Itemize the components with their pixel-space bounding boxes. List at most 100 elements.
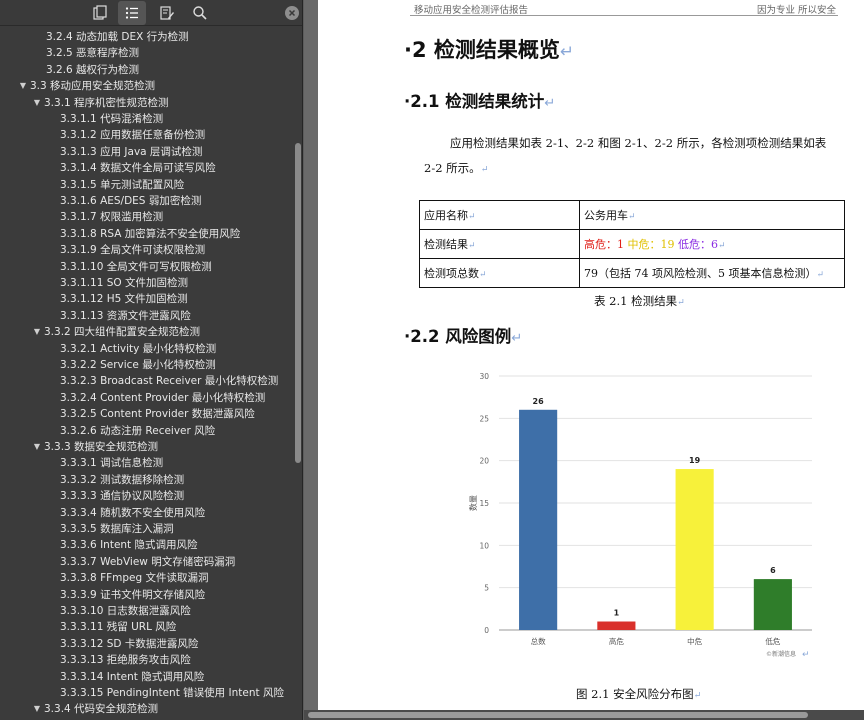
disclosure-triangle-icon[interactable]: ▼ — [18, 78, 28, 94]
paragraph-mark: ↵ — [479, 270, 487, 280]
page-header-slogan: 因为专业 所以安全 — [756, 5, 836, 16]
disclosure-triangle-icon[interactable]: ▼ — [32, 439, 42, 455]
outline-item[interactable]: 3.3.3.7 WebView 明文存储密码漏洞 — [0, 554, 293, 570]
outline-item[interactable]: 3.3.3.13 拒绝服务攻击风险 — [0, 652, 293, 668]
outline-item[interactable]: 3.2.4 动态加载 DEX 行为检测 — [0, 29, 293, 45]
y-tick-label: 10 — [479, 541, 489, 550]
outline-item[interactable]: 3.3.1.9 全局文件可读权限检测 — [0, 242, 293, 258]
outline-item-label: 3.3.3.4 随机数不安全使用风险 — [60, 506, 206, 519]
outline-item[interactable]: 3.3.3.10 日志数据泄露风险 — [0, 603, 293, 619]
outline-item[interactable]: 3.3.2.6 动态注册 Receiver 风险 — [0, 423, 293, 439]
outline-item[interactable]: 3.3.2.4 Content Provider 最小化特权检测 — [0, 390, 293, 406]
section-heading-text: 2 检测结果概览 — [411, 38, 560, 62]
bar-shading — [753, 579, 792, 630]
outline-item[interactable]: 3.3.3.2 测试数据移除检测 — [0, 472, 293, 488]
search-icon — [193, 6, 207, 20]
outline-item-label: 3.3.2.3 Broadcast Receiver 最小化特权检测 — [60, 375, 279, 388]
edit-icon — [160, 6, 174, 20]
outline-item[interactable]: ▼ 3.3.4 代码安全规范检测 — [0, 701, 293, 717]
caption-text: 图 2.1 安全风险分布图 — [576, 687, 694, 701]
outline-item[interactable]: 3.3.1.2 应用数据任意备份检测 — [0, 127, 293, 143]
outline-item-label: 3.3.1.4 数据文件全局可读写风险 — [60, 162, 216, 175]
outline-item[interactable]: 3.3.3.1 调试信息检测 — [0, 455, 293, 471]
table-row: 检测结果↵ 高危：1 中危：19 低危：6↵ — [419, 229, 845, 259]
outline-item[interactable]: 3.3.1.10 全局文件可写权限检测 — [0, 259, 293, 275]
outline-item[interactable]: 3.3.3.12 SD 卡数据泄露风险 — [0, 636, 293, 652]
outline-item[interactable]: ▼ 3.3.2 四大组件配置安全规范检测 — [0, 324, 293, 340]
outline-view-button[interactable] — [118, 1, 146, 25]
outline-item-label: 3.3.2.1 Activity 最小化特权检测 — [60, 342, 217, 355]
outline-item[interactable]: 3.3.2.3 Broadcast Receiver 最小化特权检测 — [0, 373, 293, 389]
outline-item[interactable]: 3.2.5 恶意程序检测 — [0, 45, 293, 61]
paragraph-mark: ↵ — [693, 690, 702, 701]
cell-text: 检测项总数 — [424, 267, 479, 280]
outline-item[interactable]: 3.3.3.3 通信协议风险检测 — [0, 488, 293, 504]
outline-item[interactable]: 3.3.3.14 Intent 隐式调用风险 — [0, 669, 293, 685]
disclosure-triangle-icon[interactable]: ▼ — [32, 701, 42, 717]
outline-item[interactable]: ▼ 3.3 移动应用安全规范检测 — [0, 78, 293, 94]
outline-item[interactable]: 3.3.1.3 应用 Java 层调试检测 — [0, 144, 293, 160]
paragraph-mark: ↵ — [544, 96, 556, 111]
close-icon — [288, 9, 296, 17]
outline-item[interactable]: 3.3.1.5 单元测试配置风险 — [0, 177, 293, 193]
cell-text: 检测结果 — [424, 238, 468, 251]
outline-item[interactable]: 3.3.1.12 H5 文件加固检测 — [0, 291, 293, 307]
outline-item[interactable]: 3.3.3.9 证书文件明文存储风险 — [0, 587, 293, 603]
search-view-button[interactable] — [186, 1, 214, 25]
section-heading: ·2 检测结果概览↵ — [404, 34, 574, 64]
outline-item[interactable]: 3.3.3.8 FFmpeg 文件读取漏洞 — [0, 570, 293, 586]
outline-item-label: 3.3.3.8 FFmpeg 文件读取漏洞 — [60, 572, 209, 585]
outline-item-label: 3.3.2.2 Service 最小化特权检测 — [60, 359, 216, 371]
annotations-view-button[interactable] — [153, 1, 181, 25]
sidebar-scrollbar[interactable] — [294, 27, 302, 720]
x-tick-label: 中危 — [687, 636, 702, 646]
outline-item[interactable]: 3.3.2.5 Content Provider 数据泄露风险 — [0, 406, 293, 422]
cell-text: 应用名称 — [424, 209, 468, 222]
outline-item-label: 3.3.3.15 PendingIntent 错误使用 Intent 风险 — [60, 687, 284, 699]
subsection-heading-text: 2.2 风险图例 — [410, 327, 512, 346]
horizontal-scrollbar[interactable] — [304, 710, 864, 720]
sidebar-scrollbar-thumb[interactable] — [295, 143, 301, 463]
table-cell: 检测项总数↵ — [419, 258, 580, 288]
outline-item[interactable]: 3.3.1.7 权限滥用检测 — [0, 209, 293, 225]
outline-item-label: 3.3.3.3 通信协议风险检测 — [60, 490, 185, 503]
table-row: 检测项总数↵ 79（包括 74 项风险检测、5 项基本信息检测）↵ — [419, 258, 845, 288]
outline-item-label: 3.3.1.1 代码混淆检测 — [60, 113, 164, 125]
y-tick-label: 25 — [479, 414, 489, 423]
paragraph-mark: ↵ — [480, 164, 489, 175]
outline-item[interactable]: 3.3.1.11 SO 文件加固检测 — [0, 275, 293, 291]
medium-risk-count: 中危：19 — [627, 238, 675, 251]
y-tick-label: 15 — [479, 499, 489, 508]
outline-item[interactable]: 3.3.2.2 Service 最小化特权检测 — [0, 357, 293, 373]
outline-item-label: 3.3.1.5 单元测试配置风险 — [60, 178, 185, 191]
outline-item[interactable]: ▼ 3.3.1 程序机密性规范检测 — [0, 95, 293, 111]
outline-item[interactable]: 3.3.3.5 数据库注入漏洞 — [0, 521, 293, 537]
outline-item[interactable]: 3.3.1.13 资源文件泄露风险 — [0, 308, 293, 324]
table-cell: 检测结果↵ — [419, 229, 580, 259]
outline-item[interactable]: ▼ 3.3.3 数据安全规范检测 — [0, 439, 293, 455]
outline-item[interactable]: 3.3.1.1 代码混淆检测 — [0, 111, 293, 127]
outline-item[interactable]: 3.3.3.15 PendingIntent 错误使用 Intent 风险 — [0, 685, 293, 701]
disclosure-triangle-icon[interactable]: ▼ — [32, 95, 42, 111]
outline-item[interactable]: 3.3.3.11 残留 URL 风险 — [0, 619, 293, 635]
outline-item[interactable]: 3.3.2.1 Activity 最小化特权检测 — [0, 341, 293, 357]
horizontal-scrollbar-thumb[interactable] — [308, 712, 808, 718]
outline-item[interactable]: 3.2.6 越权行为检测 — [0, 62, 293, 78]
outline-item-label: 3.3.3.7 WebView 明文存储密码漏洞 — [60, 555, 236, 568]
outline-item-label: 3.3.1 程序机密性规范检测 — [44, 96, 169, 109]
bar-value-label: 1 — [614, 609, 620, 618]
thumbnails-view-button[interactable] — [86, 1, 114, 25]
body-paragraph-cont: 2-2 所示。↵ — [424, 160, 488, 176]
outline-item[interactable]: 3.3.3.6 Intent 隐式调用风险 — [0, 537, 293, 553]
close-sidebar-button[interactable] — [285, 6, 299, 20]
x-tick-label: 总数 — [531, 636, 546, 646]
outline-item[interactable]: 3.3.1.8 RSA 加密算法不安全使用风险 — [0, 226, 293, 242]
outline-item-label: 3.3.3 数据安全规范检测 — [44, 441, 159, 453]
outline-item[interactable]: 3.3.3.4 随机数不安全使用风险 — [0, 505, 293, 521]
outline-item[interactable]: 3.3.1.6 AES/DES 弱加密检测 — [0, 193, 293, 209]
outline-item-label: 3.3.2.6 动态注册 Receiver 风险 — [60, 424, 216, 437]
paragraph-mark: ↵ — [468, 212, 476, 222]
outline-item[interactable]: 3.3.1.4 数据文件全局可读写风险 — [0, 160, 293, 176]
disclosure-triangle-icon[interactable]: ▼ — [32, 324, 42, 340]
y-axis-label: 数量 — [468, 495, 478, 511]
